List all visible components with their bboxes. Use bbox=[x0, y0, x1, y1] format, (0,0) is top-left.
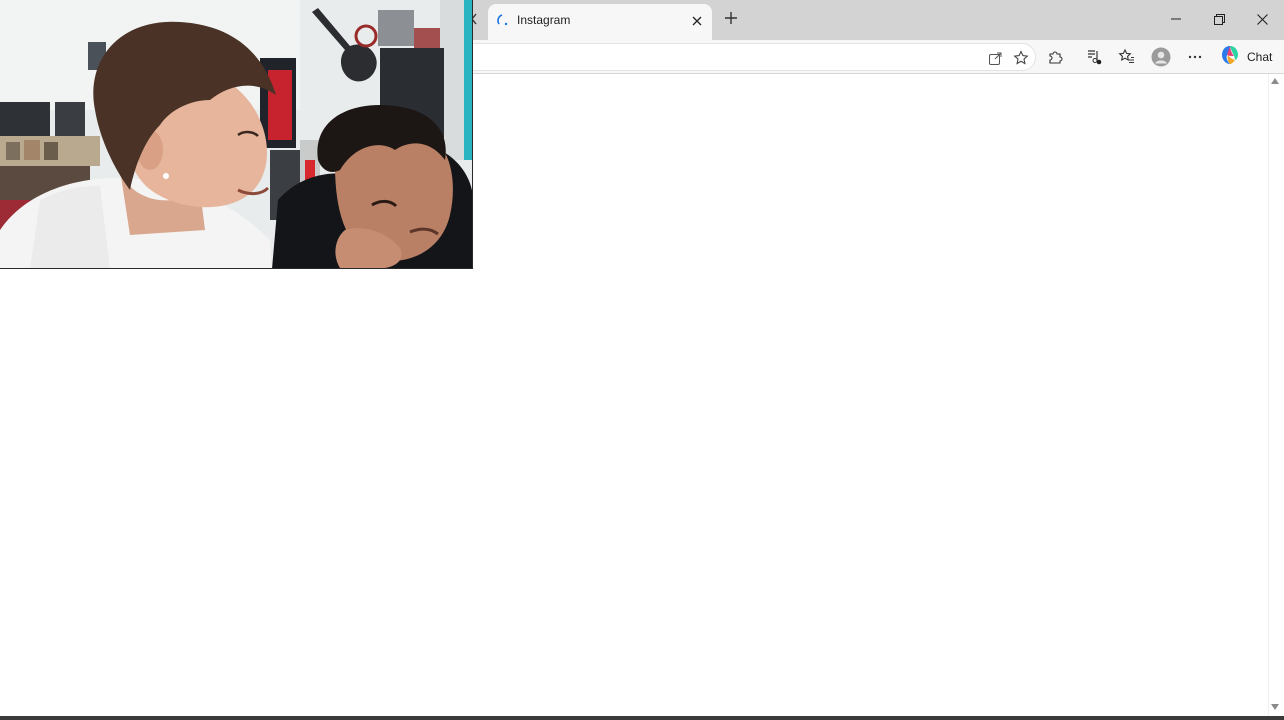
scroll-down-arrow-icon[interactable] bbox=[1271, 704, 1279, 710]
star-icon[interactable] bbox=[1012, 49, 1030, 67]
plus-icon[interactable] bbox=[720, 7, 742, 29]
ellipsis-icon[interactable] bbox=[1183, 45, 1207, 69]
minimize-icon[interactable] bbox=[1154, 4, 1198, 34]
tab-title: Instagram bbox=[517, 13, 571, 27]
webcam-illustration bbox=[0, 0, 472, 268]
copilot-chat-button[interactable]: Chat bbox=[1216, 44, 1278, 70]
address-bar[interactable] bbox=[440, 43, 1036, 71]
open-external-icon[interactable] bbox=[986, 49, 1004, 67]
scroll-up-arrow-icon[interactable] bbox=[1271, 78, 1279, 84]
music-note-icon[interactable] bbox=[1082, 45, 1106, 69]
vertical-scrollbar[interactable] bbox=[1268, 74, 1280, 716]
close-icon[interactable] bbox=[688, 12, 706, 30]
webcam-overlay bbox=[0, 0, 473, 269]
tab-instagram[interactable]: Instagram bbox=[488, 4, 712, 40]
taskbar-edge bbox=[0, 716, 1284, 720]
puzzle-icon[interactable] bbox=[1043, 45, 1067, 69]
chat-label: Chat bbox=[1247, 50, 1273, 64]
instagram-loading-icon bbox=[494, 13, 510, 29]
profile-avatar-icon[interactable] bbox=[1149, 45, 1173, 69]
window-close-icon[interactable] bbox=[1240, 4, 1284, 34]
favorites-icon[interactable] bbox=[1115, 45, 1139, 69]
copilot-icon bbox=[1219, 44, 1241, 71]
restore-icon[interactable] bbox=[1197, 4, 1241, 34]
